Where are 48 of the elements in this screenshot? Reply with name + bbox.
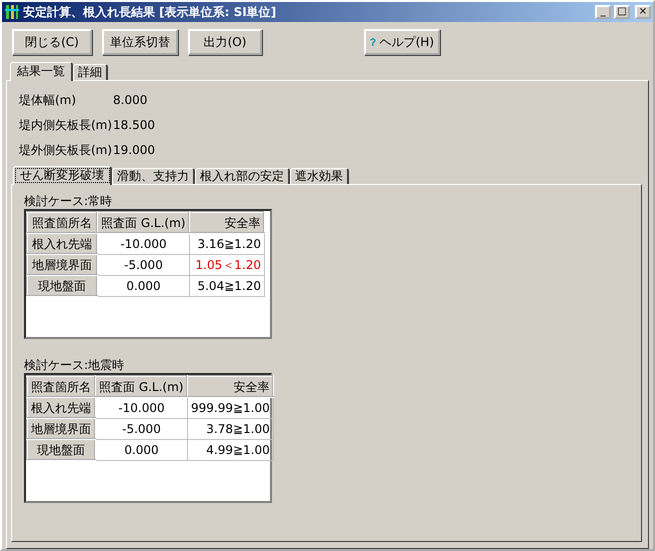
field-value: 18.500 — [113, 116, 155, 134]
table-cell: 999.99≧1.00 — [187, 397, 274, 418]
table-cell: 5.04≧1.20 — [189, 275, 264, 296]
table-cell: -10.000 — [97, 233, 190, 254]
toolbar-button[interactable]: 閉じる(C) — [12, 29, 92, 55]
maximize-button[interactable]: □ — [614, 5, 630, 19]
case-title: 検討ケース:常時 — [24, 193, 114, 209]
field-label: 堤外側矢板長(m) — [19, 142, 113, 158]
app-icon — [4, 4, 20, 20]
tab[interactable]: せん断変形破壊 — [13, 166, 112, 185]
row-header: 現地盤面 — [27, 439, 95, 460]
table-cell: 3.16≧1.20 — [189, 233, 264, 254]
field-value: 19.000 — [113, 142, 155, 158]
column-header: 安全率 — [187, 376, 274, 397]
close-button[interactable]: × — [635, 5, 651, 19]
table-cell: 4.99≧1.00 — [187, 439, 274, 460]
row-header: 根入れ先端 — [27, 397, 95, 418]
tab[interactable]: 遮水効果 — [290, 168, 349, 184]
row-header: 根入れ先端 — [27, 233, 97, 254]
table-cell: -5.000 — [97, 254, 190, 275]
table-cell: -5.000 — [95, 418, 188, 439]
field-label: 堤体幅(m) — [19, 92, 78, 108]
tab[interactable]: 詳細 — [73, 64, 108, 80]
column-header: 安全率 — [189, 212, 264, 233]
column-header: 照査箇所名 — [27, 212, 97, 233]
tab[interactable]: 結果一覧 — [10, 62, 73, 81]
window-title: 安定計算、根入れ長結果 [表示単位系: SI単位] — [23, 4, 276, 21]
case-title: 検討ケース:地震時 — [24, 357, 126, 373]
toolbar-button[interactable]: 出力(O) — [188, 29, 262, 55]
toolbar-button[interactable]: 単位系切替 — [102, 29, 178, 55]
minimize-button[interactable]: _ — [595, 5, 611, 19]
table-cell: 1.05＜1.20 — [189, 254, 264, 275]
field-value: 8.000 — [113, 92, 148, 108]
tab[interactable]: 滑動、支持力 — [112, 168, 195, 184]
table-cell: 3.78≧1.00 — [187, 418, 274, 439]
row-header: 地層境界面 — [27, 254, 97, 275]
column-header: 照査面 G.L.(m) — [95, 376, 188, 397]
row-header: 現地盤面 — [27, 275, 97, 296]
table-cell: -10.000 — [95, 397, 188, 418]
tab[interactable]: 根入れ部の安定 — [195, 168, 290, 184]
column-header: 照査面 G.L.(m) — [97, 212, 190, 233]
table-cell: 0.000 — [97, 275, 190, 296]
help-label: ヘルプ(H) — [380, 34, 434, 51]
row-header: 地層境界面 — [27, 418, 95, 439]
field-label: 堤内側矢板長(m) — [19, 116, 113, 134]
table-cell: 0.000 — [95, 439, 188, 460]
toolbar-button[interactable]: ヘルプ(H) — [364, 29, 440, 55]
column-header: 照査箇所名 — [27, 376, 95, 397]
